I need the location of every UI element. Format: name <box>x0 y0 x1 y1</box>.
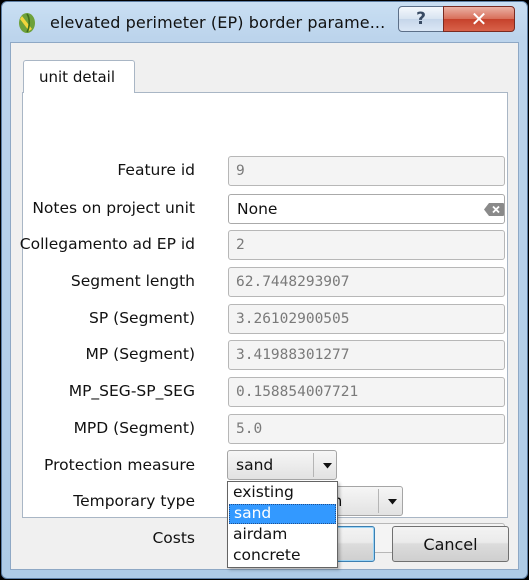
chevron-down-icon[interactable] <box>388 499 397 505</box>
feature-id-label: Feature id <box>117 161 195 179</box>
tab-label: unit detail <box>39 68 115 86</box>
feature-id-field[interactable]: 9 <box>228 156 505 186</box>
mp-seg-sp-seg-value: 0.158854007721 <box>236 384 359 400</box>
combo-divider <box>313 453 314 477</box>
segment-length-field[interactable]: 62.7448293907 <box>228 267 505 297</box>
temporary-type-label: Temporary type <box>73 492 195 510</box>
sp-segment-field[interactable]: 3.26102900505 <box>228 304 505 334</box>
help-button[interactable]: ? <box>398 6 444 32</box>
ep-link-label: Collegamento ad EP id <box>19 235 195 253</box>
protection-measure-dropdown[interactable]: existing sand airdam concrete <box>227 481 338 568</box>
mpd-segment-field[interactable]: 5.0 <box>228 414 505 444</box>
cancel-label: Cancel <box>423 534 478 554</box>
protection-measure-label: Protection measure <box>44 456 195 474</box>
close-icon: ✕ <box>470 7 488 31</box>
costs-label: Costs <box>152 529 195 547</box>
option-concrete[interactable]: concrete <box>229 546 336 566</box>
protection-measure-select[interactable]: sand <box>227 450 337 480</box>
option-existing[interactable]: existing <box>229 483 336 503</box>
mp-segment-field[interactable]: 3.41988301277 <box>228 340 505 370</box>
mp-seg-sp-seg-field[interactable]: 0.158854007721 <box>228 377 505 407</box>
chevron-down-icon[interactable] <box>323 463 332 469</box>
protection-measure-value: sand <box>236 456 274 474</box>
sp-segment-value: 3.26102900505 <box>236 311 350 327</box>
clear-icon[interactable] <box>483 202 505 217</box>
close-button[interactable]: ✕ <box>443 6 515 32</box>
mp-segment-value: 3.41988301277 <box>236 347 350 363</box>
mp-seg-sp-seg-label: MP_SEG-SP_SEG <box>68 382 195 400</box>
segment-length-value: 62.7448293907 <box>236 274 350 290</box>
qgis-icon <box>19 13 35 33</box>
cancel-button[interactable]: Cancel <box>392 526 509 562</box>
segment-length-label: Segment length <box>70 272 195 290</box>
notes-input[interactable]: None <box>228 194 505 224</box>
option-airdam[interactable]: airdam <box>229 525 336 545</box>
feature-id-value: 9 <box>236 163 245 179</box>
tab-panel-unit-detail: Feature id 9 Notes on project unit None … <box>19 92 508 568</box>
dialog-client: unit detail Feature id 9 Notes on projec… <box>10 42 519 570</box>
dialog-window: elevated perimeter (EP) border parame...… <box>1 1 528 579</box>
title-bar[interactable]: elevated perimeter (EP) border parame...… <box>2 2 527 42</box>
mpd-segment-label: MPD (Segment) <box>73 419 195 437</box>
ep-link-field[interactable]: 2 <box>228 230 505 260</box>
notes-label: Notes on project unit <box>32 199 195 217</box>
tab-unit-detail[interactable]: unit detail <box>23 60 135 93</box>
mp-segment-label: MP (Segment) <box>85 345 196 363</box>
sp-segment-label: SP (Segment) <box>89 309 195 327</box>
ep-link-value: 2 <box>236 237 245 253</box>
window-title: elevated perimeter (EP) border parame... <box>50 13 386 32</box>
option-sand[interactable]: sand <box>229 504 336 524</box>
mpd-segment-value: 5.0 <box>236 421 263 437</box>
notes-value: None <box>237 200 278 218</box>
combo-divider <box>378 489 379 513</box>
help-icon: ? <box>416 9 426 29</box>
